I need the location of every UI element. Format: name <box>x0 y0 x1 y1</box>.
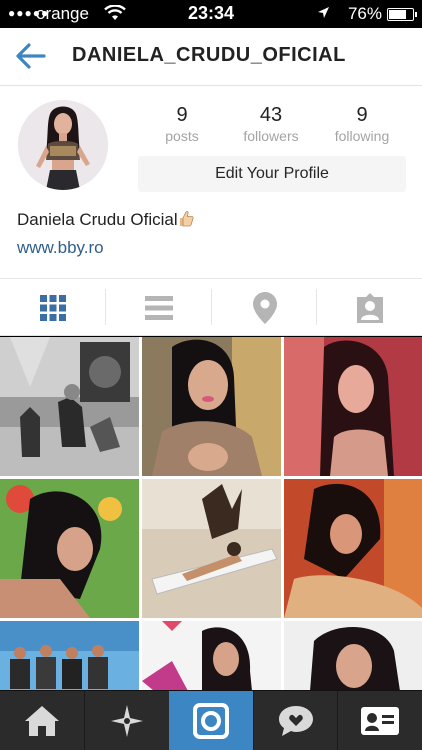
nav-camera[interactable] <box>169 691 253 750</box>
home-icon <box>25 706 59 736</box>
camera-icon <box>193 703 229 739</box>
location-pin-icon <box>252 291 277 324</box>
photo-1[interactable] <box>0 337 139 476</box>
nav-activity[interactable] <box>254 691 338 750</box>
battery-percentage: 76% <box>347 4 382 23</box>
stat-posts[interactable]: 9 posts <box>142 104 222 144</box>
photo-7[interactable] <box>0 621 139 690</box>
profile-card-icon <box>361 707 399 735</box>
nav-home[interactable] <box>0 691 84 750</box>
stat-label: following <box>334 128 390 144</box>
stat-value: 9 <box>176 104 188 126</box>
profile-section: 9 posts 43 followers 9 following Edit Yo… <box>0 86 422 278</box>
activity-icon <box>279 706 313 736</box>
photo-2[interactable] <box>142 337 281 476</box>
stat-label: posts <box>165 128 199 144</box>
back-arrow-icon <box>16 43 46 69</box>
view-tabs <box>0 278 422 336</box>
profile-full-name: Daniela Crudu Oficial <box>17 210 194 230</box>
photo-5[interactable] <box>142 479 281 618</box>
stat-label: followers <box>243 128 299 144</box>
nav-explore[interactable] <box>85 691 169 750</box>
full-name-text: Daniela Crudu Oficial <box>17 210 178 229</box>
photo-9[interactable] <box>284 621 422 690</box>
stat-value: 9 <box>356 104 368 126</box>
status-bar: ●●●●● orange 23:34 76% <box>0 0 422 28</box>
photo-8[interactable] <box>142 621 281 690</box>
edit-profile-button[interactable]: Edit Your Profile <box>138 156 406 192</box>
thumbs-up-icon <box>178 210 194 227</box>
photo-6[interactable] <box>284 479 422 618</box>
back-button[interactable] <box>14 41 48 71</box>
tab-list[interactable] <box>106 279 211 336</box>
grid-icon <box>39 294 66 321</box>
website-link[interactable]: www.bby.ro <box>17 238 104 258</box>
tab-map[interactable] <box>212 279 317 336</box>
list-icon <box>144 295 173 320</box>
photo-grid <box>0 337 422 690</box>
stat-value: 43 <box>259 104 283 126</box>
tagged-photos-icon <box>356 292 383 323</box>
tab-tagged[interactable] <box>317 279 422 336</box>
page-title: DANIELA_CRUDU_OFICIAL <box>72 44 346 66</box>
stat-following[interactable]: 9 following <box>322 104 402 144</box>
nav-profile[interactable] <box>338 691 422 750</box>
tab-grid[interactable] <box>0 279 105 336</box>
explore-icon <box>111 705 143 737</box>
location-arrow-icon <box>317 6 330 25</box>
avatar[interactable] <box>18 100 108 190</box>
photo-4[interactable] <box>0 479 139 618</box>
bottom-nav <box>0 690 422 750</box>
battery-icon <box>387 8 417 21</box>
photo-3[interactable] <box>284 337 422 476</box>
stat-followers[interactable]: 43 followers <box>231 104 311 144</box>
app-header: DANIELA_CRUDU_OFICIAL <box>0 28 422 86</box>
